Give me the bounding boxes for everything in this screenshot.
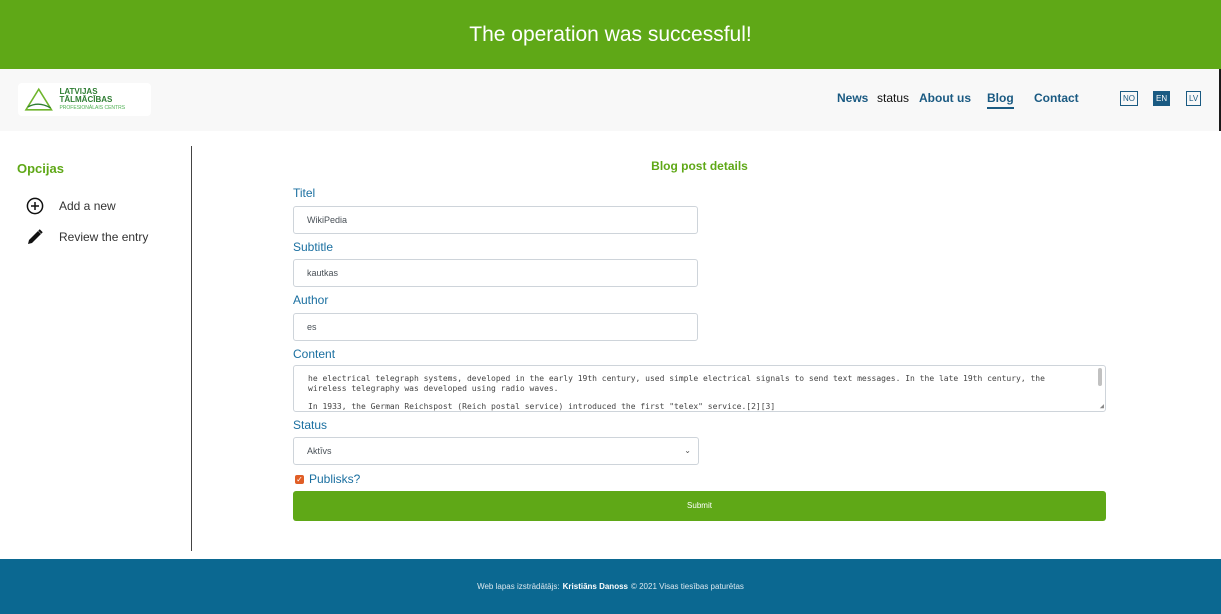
site-header: LATVIJAS TĀLMĀCĪBAS PROFESIONĀLAIS CENTR… <box>0 69 1221 131</box>
subtitle-label: Subtitle <box>293 240 334 254</box>
sidebar-divider <box>191 146 192 551</box>
status-select[interactable]: Aktīvs ⌄ <box>293 437 699 465</box>
sidebar-item-add-new[interactable]: Add a new <box>26 197 116 215</box>
title-label: Titel <box>293 186 316 200</box>
success-message: The operation was successful! <box>469 22 752 46</box>
author-value: es <box>307 322 317 332</box>
site-footer: Web lapas izstrādātājs: Kristiāns Danoss… <box>0 559 1221 614</box>
logo-line1: LATVIJAS TĀLMĀCĪBAS <box>59 87 113 104</box>
plus-circle-icon <box>26 197 44 215</box>
pencil-icon <box>28 229 43 244</box>
lang-lv[interactable]: LV <box>1186 91 1202 106</box>
author-label: Author <box>293 293 329 307</box>
lang-en[interactable]: EN <box>1153 91 1171 106</box>
success-banner: The operation was successful! <box>0 0 1221 69</box>
logo-line2: PROFESIONĀLAIS CENTRS <box>59 105 126 111</box>
page-title: Blog post details <box>651 159 748 173</box>
public-checkbox-row[interactable]: ✓ Publisks? <box>295 472 360 486</box>
site-logo[interactable]: LATVIJAS TĀLMĀCĪBAS PROFESIONĀLAIS CENTR… <box>18 83 151 116</box>
sidebar-title: Opcijas <box>17 161 64 176</box>
title-input[interactable]: WikiPedia <box>293 206 698 234</box>
nav-status[interactable]: status <box>877 91 909 105</box>
content-paragraph: In 1933, the German Reichspost (Reich po… <box>308 402 776 411</box>
author-input[interactable]: es <box>293 313 698 341</box>
nav-contact[interactable]: Contact <box>1034 91 1079 105</box>
subtitle-value: kautkas <box>307 268 339 278</box>
nav-news[interactable]: News <box>837 91 868 105</box>
content-textarea[interactable]: he electrical telegraph systems, develop… <box>293 365 1106 412</box>
nav-about-us[interactable]: About us <box>919 91 971 105</box>
lang-no[interactable]: NO <box>1120 91 1138 106</box>
chevron-down-icon: ⌄ <box>684 446 691 455</box>
subtitle-input[interactable]: kautkas <box>293 259 698 287</box>
sidebar-item-label: Review the entry <box>59 230 149 244</box>
footer-prefix: Web lapas izstrādātājs: <box>477 582 560 591</box>
content-label: Content <box>293 347 336 361</box>
footer-author: Kristiāns Danoss <box>562 582 628 591</box>
title-value: WikiPedia <box>307 215 348 225</box>
content-paragraph: he electrical telegraph systems, develop… <box>308 374 1045 393</box>
status-label: Status <box>293 418 328 432</box>
sidebar-item-label: Add a new <box>59 199 116 213</box>
sidebar-item-review-entry[interactable]: Review the entry <box>26 228 148 246</box>
logo-text: LATVIJAS TĀLMĀCĪBAS PROFESIONĀLAIS CENTR… <box>59 88 151 111</box>
status-value: Aktīvs <box>307 446 332 456</box>
public-checkbox[interactable]: ✓ <box>295 474 304 484</box>
resize-handle-icon[interactable]: ◢ <box>1100 403 1104 410</box>
submit-button[interactable]: Submit <box>293 491 1106 521</box>
footer-copyright: © 2021 Visas tiesības paturētas <box>630 582 744 591</box>
textarea-scrollbar[interactable] <box>1098 368 1102 386</box>
public-checkbox-label: Publisks? <box>309 472 361 486</box>
logo-mark-icon <box>24 87 53 111</box>
nav-blog[interactable]: Blog <box>987 91 1014 109</box>
